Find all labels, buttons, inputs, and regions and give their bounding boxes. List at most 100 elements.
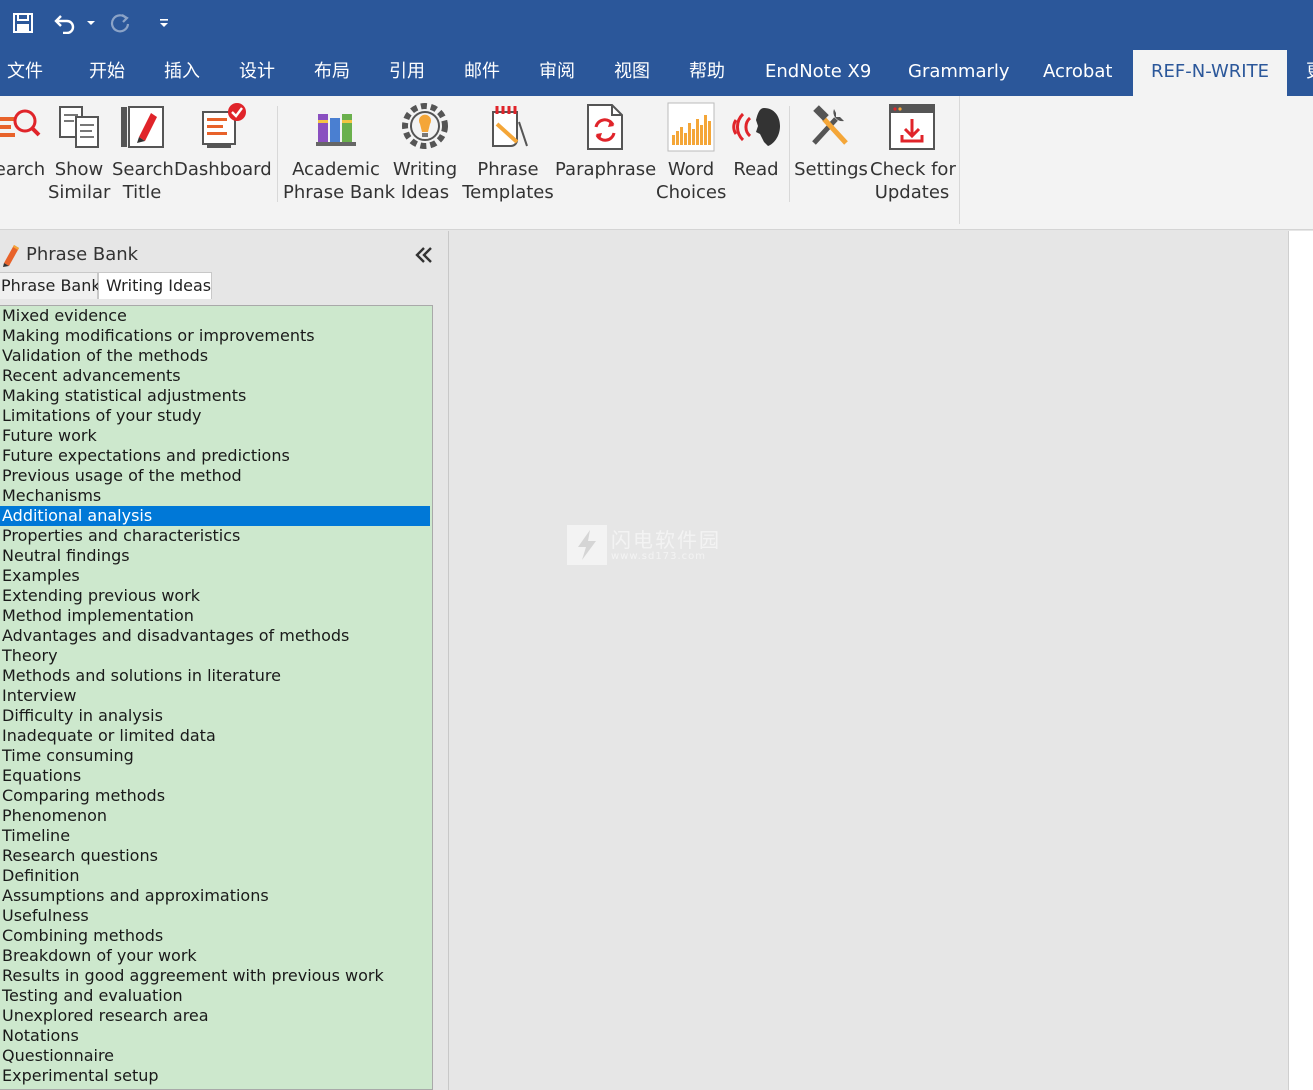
read-button[interactable]: Read [728,96,784,206]
list-item[interactable]: Extending previous work [0,586,430,606]
list-item[interactable]: Assumptions and approximations [0,886,430,906]
show-similar-button[interactable]: Show Similar [48,96,110,206]
save-icon[interactable] [8,8,38,38]
watermark-text: 闪电软件园 [611,527,721,552]
list-item[interactable]: Experimental setup [0,1066,430,1086]
ribbon: earch Show Similar Search Title Dashboar… [0,96,1313,230]
list-item[interactable]: Mechanisms [0,486,430,506]
list-item[interactable]: Methods and solutions in literature [0,666,430,686]
tab-view[interactable]: 视图 [614,50,650,96]
list-item[interactable]: Equations [0,766,430,786]
dashboard-button[interactable]: Dashboard [174,96,272,206]
list-item[interactable]: Interview [0,686,430,706]
list-item[interactable]: Theory [0,646,430,666]
list-item-selected[interactable]: Additional analysis [0,506,430,526]
academic-phrase-bank-button[interactable]: Academic Phrase Bank [283,96,396,206]
list-item[interactable]: Future expectations and predictions [0,446,430,466]
list-item[interactable]: Validation of the methods [0,346,430,366]
word-choices-icon [656,96,726,158]
list-item[interactable]: Notations [0,1026,430,1046]
show-similar-icon [48,96,110,158]
search-icon [0,96,46,158]
list-item[interactable]: Properties and characteristics [0,526,430,546]
list-item[interactable]: Difficulty in analysis [0,706,430,726]
list-item[interactable]: Results in good aggreement with previous… [0,966,430,986]
list-item[interactable]: Research questions [0,846,430,866]
phrase-templates-label-1: Phrase [477,159,539,180]
list-item[interactable]: Inadequate or limited data [0,726,430,746]
search-title-label-1: Search [112,159,174,180]
undo-dropdown-icon[interactable] [84,8,98,38]
dashboard-label: Dashboard [174,159,272,180]
settings-label: Settings [794,159,868,180]
list-item[interactable]: Neutral findings [0,546,430,566]
check-for-updates-button[interactable]: Check for Updates [870,96,956,206]
tab-ref-n-write[interactable]: REF-N-WRITE [1133,50,1287,96]
list-item[interactable]: Previous usage of the method [0,466,430,486]
paraphrase-label: Paraphrase [555,159,657,180]
phrase-templates-button[interactable]: Phrase Templates [461,96,555,206]
list-item[interactable]: Unexplored research area [0,1006,430,1026]
settings-button[interactable]: Settings [794,96,868,206]
list-item[interactable]: Breakdown of your work [0,946,430,966]
collapse-pane-icon[interactable] [414,245,434,269]
search-label: earch [0,159,46,180]
list-item[interactable]: Making statistical adjustments [0,386,430,406]
tab-help[interactable]: 帮助 [689,50,725,96]
list-item[interactable]: Examples [0,566,430,586]
undo-icon[interactable] [50,8,80,38]
tab-writing-ideas[interactable]: Writing Ideas [98,272,212,299]
writing-ideas-list[interactable]: Mixed evidence Making modifications or im… [0,305,433,1090]
tab-review[interactable]: 审阅 [539,50,575,96]
tab-acrobat[interactable]: Acrobat [1043,50,1112,96]
document-area[interactable] [450,231,1288,1090]
customize-qat-icon[interactable] [154,8,174,38]
show-similar-label-2: Similar [48,182,111,203]
list-item[interactable]: Method implementation [0,606,430,626]
watermark-url: www.sd173.com [611,550,706,562]
tab-mailings[interactable]: 邮件 [464,50,500,96]
tab-design[interactable]: 设计 [239,50,275,96]
list-item[interactable]: Advantages and disadvantages of methods [0,626,430,646]
show-similar-label-1: Show [54,159,104,180]
list-item[interactable]: Comparing methods [0,786,430,806]
list-item[interactable]: Combining methods [0,926,430,946]
list-item[interactable]: Usefulness [0,906,430,926]
list-item[interactable]: Limitations of your study [0,406,430,426]
tab-home[interactable]: 开始 [89,50,125,96]
list-item[interactable]: Questionnaire [0,1046,430,1066]
phrase-templates-label-2: Templates [462,182,554,203]
writing-ideas-button[interactable]: Writing Ideas [391,96,459,206]
paraphrase-button[interactable]: Paraphrase [555,96,657,206]
ribbon-tabs: 文件 开始 插入 设计 布局 引用 邮件 审阅 视图 帮助 EndNote X9… [0,50,1313,96]
redo-icon[interactable] [106,8,134,38]
list-item[interactable]: Recent advancements [0,366,430,386]
search-button[interactable]: earch [0,96,46,206]
list-item[interactable]: Phenomenon [0,806,430,826]
list-item[interactable]: Testing and evaluation [0,986,430,1006]
search-title-label-2: Title [122,182,162,203]
list-item[interactable]: Time consuming [0,746,430,766]
tab-endnote[interactable]: EndNote X9 [765,50,871,96]
tab-insert[interactable]: 插入 [164,50,200,96]
tab-references[interactable]: 引用 [389,50,425,96]
tab-grammarly[interactable]: Grammarly [908,50,1010,96]
tab-phrase-bank[interactable]: Phrase Bank [0,272,101,299]
ribbon-separator [959,96,960,224]
tab-more[interactable]: 更 [1306,50,1313,96]
tab-file[interactable]: 文件 [7,50,43,96]
download-update-icon [870,96,954,158]
academic-phrase-bank-label-2: Phrase Bank [283,182,396,203]
search-title-button[interactable]: Search Title [112,96,174,206]
dashboard-icon [174,96,270,158]
tab-layout[interactable]: 布局 [314,50,350,96]
list-item[interactable]: Making modifications or improvements [0,326,430,346]
word-choices-label-2: Choices [656,182,727,203]
books-icon [283,96,389,158]
list-item[interactable]: Definition [0,866,430,886]
list-item[interactable]: Mixed evidence [0,306,430,326]
word-choices-button[interactable]: Word Choices [656,96,726,206]
list-item[interactable]: Future work [0,426,430,446]
read-aloud-icon [728,96,784,158]
list-item[interactable]: Timeline [0,826,430,846]
